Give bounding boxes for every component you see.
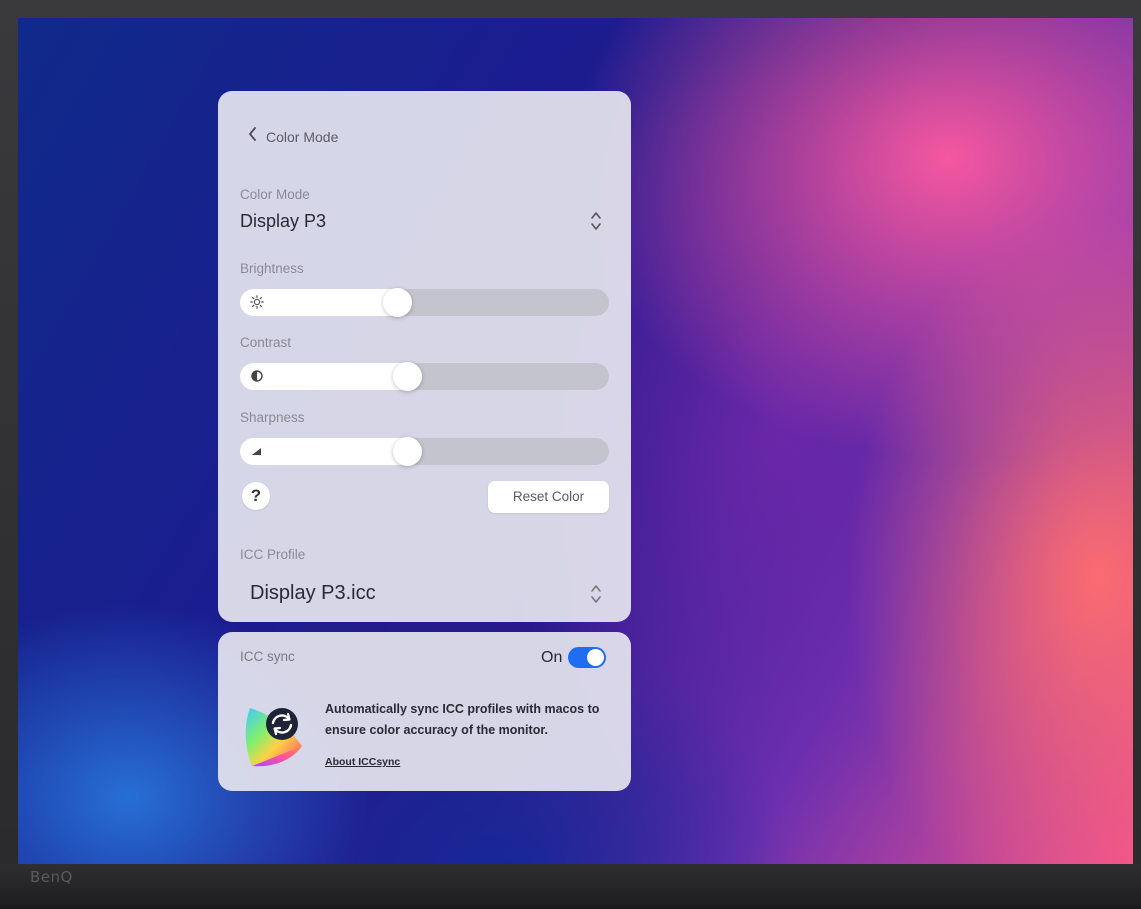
chevron-up-down-icon [590, 210, 602, 232]
chevron-left-icon [248, 127, 258, 146]
sharpness-label: Sharpness [240, 410, 305, 425]
icc-profile-stepper[interactable] [590, 583, 602, 605]
about-iccsync-link[interactable]: About ICCsync [325, 756, 400, 768]
monitor-bezel [0, 864, 1141, 909]
brightness-label: Brightness [240, 261, 304, 276]
panel-header-title: Color Mode [266, 128, 339, 145]
brightness-slider-knob[interactable] [383, 288, 412, 317]
icc-sync-state-text: On [541, 648, 563, 666]
reset-color-button[interactable]: Reset Color [488, 481, 609, 513]
icc-profile-label: ICC Profile [240, 547, 306, 562]
color-mode-label: Color Mode [240, 187, 310, 202]
color-mode-stepper[interactable] [590, 210, 602, 232]
contrast-slider[interactable] [240, 362, 609, 391]
sharpness-triangle-icon [250, 444, 264, 458]
contrast-slider-knob[interactable] [393, 362, 422, 391]
icc-sync-label: ICC sync [240, 649, 295, 664]
monitor-frame: BenQ Color Mode Color Mode Display P3 Br… [0, 0, 1141, 909]
color-mode-panel: Color Mode Color Mode Display P3 Brightn… [218, 91, 631, 622]
back-button[interactable]: Color Mode [248, 127, 338, 146]
color-mode-value[interactable]: Display P3 [240, 211, 326, 232]
icc-sync-description: Automatically sync ICC profiles with mac… [325, 702, 600, 737]
brightness-slider[interactable] [240, 288, 609, 317]
toggle-knob [587, 649, 605, 666]
contrast-icon [250, 369, 264, 383]
help-button[interactable]: ? [242, 482, 270, 510]
icc-profile-value[interactable]: Display P3.icc [250, 582, 376, 605]
icc-sync-logo-icon [242, 702, 310, 772]
chevron-up-down-icon [590, 583, 602, 605]
icc-sync-panel: ICC sync On Automatically sync ICC profi… [218, 632, 631, 791]
sharpness-slider[interactable] [240, 437, 609, 466]
toggle-switch[interactable] [568, 647, 607, 668]
sun-icon [250, 295, 264, 309]
icc-sync-toggle[interactable]: On [541, 647, 607, 668]
brand-logo: BenQ [30, 868, 73, 886]
contrast-label: Contrast [240, 335, 292, 350]
sharpness-slider-knob[interactable] [393, 437, 422, 466]
